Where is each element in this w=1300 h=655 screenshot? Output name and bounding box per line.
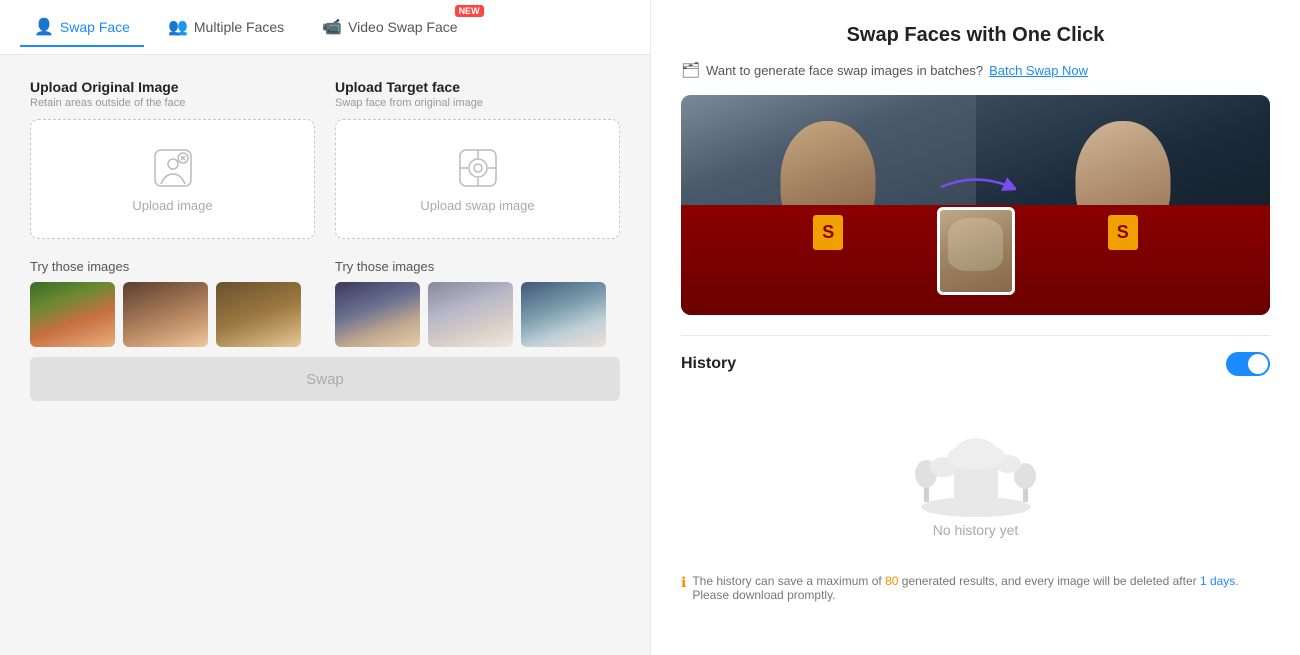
target-sample-label: Try those images xyxy=(335,259,620,274)
history-note: ℹ The history can save a maximum of 80 g… xyxy=(681,574,1270,602)
empty-illustration xyxy=(906,412,1046,522)
upload-target-box[interactable]: Upload swap image xyxy=(335,119,620,239)
tab-bar: 👤 Swap Face 👥 Multiple Faces 📹 Video Swa… xyxy=(0,0,650,55)
sample-original-2[interactable] xyxy=(123,282,208,347)
upload-original-icon xyxy=(151,146,195,190)
new-badge: NEW xyxy=(455,5,484,17)
right-panel-title: Swap Faces with One Click xyxy=(681,24,1270,47)
sample-row: Try those images Try those images xyxy=(30,259,620,347)
tab-swap-face[interactable]: 👤 Swap Face xyxy=(20,9,144,47)
swap-arrow xyxy=(936,172,1016,202)
upload-original-label: Upload image xyxy=(132,198,212,213)
upload-target-subtitle: Swap face from original image xyxy=(335,97,620,109)
layers-icon: 🗂 xyxy=(681,61,700,79)
tab-video-swap[interactable]: 📹 Video Swap Face NEW xyxy=(308,9,477,47)
sample-target-3[interactable] xyxy=(521,282,606,347)
tab-multiple-faces[interactable]: 👥 Multiple Faces xyxy=(154,9,298,47)
target-sample-images xyxy=(335,282,620,347)
persons-icon: 👥 xyxy=(168,17,188,37)
upload-target-label: Upload swap image xyxy=(420,198,534,213)
batch-swap-link[interactable]: Batch Swap Now xyxy=(989,63,1088,78)
upload-row: Upload Original Image Retain areas outsi… xyxy=(30,79,620,239)
main-content: Upload Original Image Retain areas outsi… xyxy=(0,55,650,655)
info-icon: ℹ xyxy=(681,574,686,591)
upload-original-subtitle: Retain areas outside of the face xyxy=(30,97,315,109)
original-samples: Try those images xyxy=(30,259,315,347)
target-samples: Try those images xyxy=(335,259,620,347)
upload-target-icon xyxy=(456,146,500,190)
demo-right: S xyxy=(976,95,1271,315)
person-icon: 👤 xyxy=(34,17,54,37)
batch-row: 🗂 Want to generate face swap images in b… xyxy=(681,61,1270,79)
upload-original-box[interactable]: Upload image xyxy=(30,119,315,239)
demo-left: S xyxy=(681,95,976,315)
sample-original-3[interactable] xyxy=(216,282,301,347)
swap-thumbnail xyxy=(937,207,1015,295)
history-toggle[interactable] xyxy=(1226,352,1270,376)
history-header: History xyxy=(681,352,1270,376)
upload-target-title: Upload Target face xyxy=(335,79,620,95)
original-sample-images xyxy=(30,282,315,347)
demo-image: S xyxy=(681,95,1270,315)
right-panel: Swap Faces with One Click 🗂 Want to gene… xyxy=(650,0,1300,655)
swap-btn-container: Swap xyxy=(30,357,620,401)
sample-original-1[interactable] xyxy=(30,282,115,347)
swap-button[interactable]: Swap xyxy=(30,357,620,401)
empty-history: No history yet xyxy=(681,392,1270,574)
sample-target-1[interactable] xyxy=(335,282,420,347)
history-section: History xyxy=(681,335,1270,602)
empty-history-text: No history yet xyxy=(933,522,1019,538)
upload-original-title: Upload Original Image xyxy=(30,79,315,95)
upload-target-section: Upload Target face Swap face from origin… xyxy=(335,79,620,239)
video-icon: 📹 xyxy=(322,17,342,37)
original-sample-label: Try those images xyxy=(30,259,315,274)
upload-original-section: Upload Original Image Retain areas outsi… xyxy=(30,79,315,239)
history-title: History xyxy=(681,355,736,373)
sample-target-2[interactable] xyxy=(428,282,513,347)
